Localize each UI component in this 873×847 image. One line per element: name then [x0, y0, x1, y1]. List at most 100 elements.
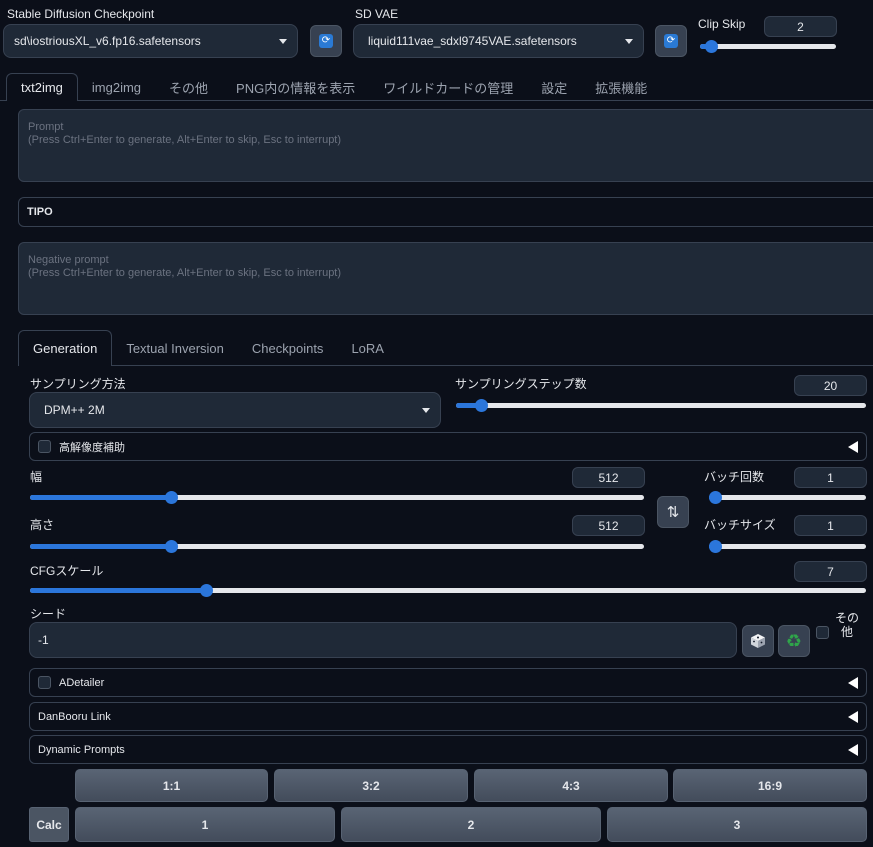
sampler-dropdown[interactable]: DPM++ 2M — [29, 392, 441, 428]
refresh-icon: ⟳ — [664, 34, 678, 48]
dynamic-prompts-label: Dynamic Prompts — [38, 743, 125, 756]
height-slider[interactable] — [30, 539, 644, 555]
width-label: 幅 — [30, 470, 43, 484]
extra-seed-label-line2: 他 — [841, 625, 854, 639]
random-seed-button[interactable] — [742, 625, 774, 657]
extra-seed-checkbox[interactable] — [816, 626, 829, 639]
dynamic-prompts-accordion[interactable]: Dynamic Prompts — [29, 735, 867, 764]
main-tab-6[interactable]: 拡張機能 — [581, 73, 661, 101]
collapse-triangle-icon[interactable] — [848, 440, 858, 453]
seed-value: -1 — [38, 633, 49, 647]
dice-icon — [751, 634, 765, 648]
chevron-down-icon — [422, 407, 430, 413]
calc-button[interactable]: Calc — [29, 807, 69, 842]
chevron-down-icon — [279, 38, 287, 44]
cfg-number[interactable]: 7 — [794, 561, 867, 582]
main-tab-5[interactable]: 設定 — [527, 73, 581, 101]
number-2-button[interactable]: 2 — [341, 807, 601, 842]
prompt-placeholder-title: Prompt — [28, 121, 64, 133]
prompt-textarea[interactable]: Prompt (Press Ctrl+Enter to generate, Al… — [18, 109, 873, 182]
vae-dropdown[interactable]: liquid111vae_sdxl9745VAE.safetensors — [353, 24, 644, 58]
generation-tab-bar: Generation Textual Inversion Checkpoints Lo… — [18, 329, 398, 366]
clip-skip-number[interactable]: 2 — [764, 16, 837, 37]
slider-thumb[interactable] — [165, 540, 179, 553]
vae-value: liquid111vae_sdxl9745VAE.safetensors — [368, 34, 577, 48]
hires-fix-checkbox[interactable] — [38, 440, 51, 453]
prompt-placeholder-hint: (Press Ctrl+Enter to generate, Alt+Enter… — [28, 134, 342, 146]
batch-count-label: バッチ回数 — [704, 470, 765, 484]
danbooru-accordion[interactable]: DanBooru Link — [29, 702, 867, 731]
main-tab-2[interactable]: その他 — [155, 73, 222, 101]
tipo-label: TIPO — [27, 206, 53, 218]
sampler-label: サンプリング方法 — [30, 377, 126, 391]
main-tab-0[interactable]: txt2img — [6, 73, 78, 101]
checkpoint-refresh-button[interactable]: ⟳ — [310, 25, 342, 57]
cfg-label: CFGスケール — [30, 564, 104, 578]
cfg-slider[interactable] — [30, 583, 866, 599]
batch-count-number[interactable]: 1 — [794, 467, 867, 488]
extra-seed-label-line1: その — [835, 611, 860, 625]
adetailer-accordion[interactable]: ADetailer — [29, 668, 867, 697]
ratio-3-2-button[interactable]: 3:2 — [274, 769, 468, 802]
negative-placeholder-hint: (Press Ctrl+Enter to generate, Alt+Enter… — [28, 267, 342, 279]
hires-fix-accordion[interactable]: 高解像度補助 — [29, 432, 867, 461]
batch-size-number[interactable]: 1 — [794, 515, 867, 536]
main-tab-bar: txt2img img2img その他 PNG内の情報を表示 ワイルドカードの管理 設定拡… — [6, 72, 661, 101]
slider-thumb[interactable] — [704, 40, 718, 53]
sub-tab-3[interactable]: LoRA — [337, 330, 398, 366]
extra-seed-label: その 他 — [835, 611, 859, 639]
steps-number[interactable]: 20 — [794, 375, 867, 396]
main-tab-4[interactable]: ワイルドカードの管理 — [369, 73, 527, 101]
adetailer-checkbox[interactable] — [38, 676, 51, 689]
batch-count-slider[interactable] — [709, 490, 866, 506]
checkpoint-dropdown[interactable]: sd\iostriousXL_v6.fp16.safetensors — [3, 24, 298, 58]
main-tab-3[interactable]: PNG内の情報を表示 — [222, 73, 369, 101]
main-tab-1[interactable]: img2img — [78, 73, 155, 101]
adetailer-label: ADetailer — [59, 676, 105, 689]
vae-refresh-button[interactable]: ⟳ — [655, 25, 687, 57]
sub-tab-0[interactable]: Generation — [18, 330, 113, 366]
danbooru-label: DanBooru Link — [38, 710, 111, 723]
clip-skip-label: Clip Skip — [698, 17, 746, 31]
number-3-button[interactable]: 3 — [607, 807, 867, 842]
ratio-1-1-button[interactable]: 1:1 — [75, 769, 268, 802]
collapse-triangle-icon[interactable] — [848, 676, 858, 689]
clip-skip-slider[interactable] — [700, 39, 836, 55]
height-label: 高さ — [30, 518, 55, 532]
checkpoint-label: Stable Diffusion Checkpoint — [7, 7, 155, 21]
swap-dimensions-button[interactable]: ⇅ — [657, 496, 689, 528]
negative-prompt-textarea[interactable]: Negative prompt (Press Ctrl+Enter to gen… — [18, 242, 873, 315]
number-1-button[interactable]: 1 — [75, 807, 335, 842]
seed-label: シード — [30, 607, 67, 621]
width-slider[interactable] — [30, 490, 644, 506]
slider-thumb[interactable] — [709, 491, 722, 504]
checkpoint-value: sd\iostriousXL_v6.fp16.safetensors — [14, 34, 201, 48]
tipo-accordion[interactable]: TIPO — [18, 197, 873, 227]
swap-icon: ⇅ — [666, 504, 680, 521]
seed-input[interactable]: -1 — [29, 622, 737, 658]
collapse-triangle-icon[interactable] — [848, 743, 858, 756]
slider-thumb[interactable] — [165, 491, 179, 504]
negative-placeholder-title: Negative prompt — [28, 254, 109, 266]
refresh-icon: ⟳ — [319, 34, 333, 48]
sampler-value: DPM++ 2M — [44, 403, 105, 417]
width-number[interactable]: 512 — [572, 467, 645, 488]
reuse-seed-button[interactable]: ♻ — [778, 625, 810, 657]
steps-slider[interactable] — [456, 398, 866, 414]
ratio-4-3-button[interactable]: 4:3 — [474, 769, 668, 802]
hires-fix-label: 高解像度補助 — [59, 441, 125, 454]
recycle-icon: ♻ — [785, 631, 803, 651]
ratio-16-9-button[interactable]: 16:9 — [673, 769, 867, 802]
batch-size-slider[interactable] — [709, 539, 866, 555]
vae-label: SD VAE — [355, 7, 399, 21]
slider-thumb[interactable] — [199, 584, 213, 597]
steps-label: サンプリングステップ数 — [455, 377, 587, 391]
height-number[interactable]: 512 — [572, 515, 645, 536]
chevron-down-icon — [625, 38, 633, 44]
sub-tab-1[interactable]: Textual Inversion — [112, 330, 238, 366]
sub-tab-2[interactable]: Checkpoints — [238, 330, 338, 366]
collapse-triangle-icon[interactable] — [848, 710, 858, 723]
slider-thumb[interactable] — [709, 540, 722, 553]
slider-thumb[interactable] — [475, 399, 488, 412]
batch-size-label: バッチサイズ — [704, 518, 776, 532]
